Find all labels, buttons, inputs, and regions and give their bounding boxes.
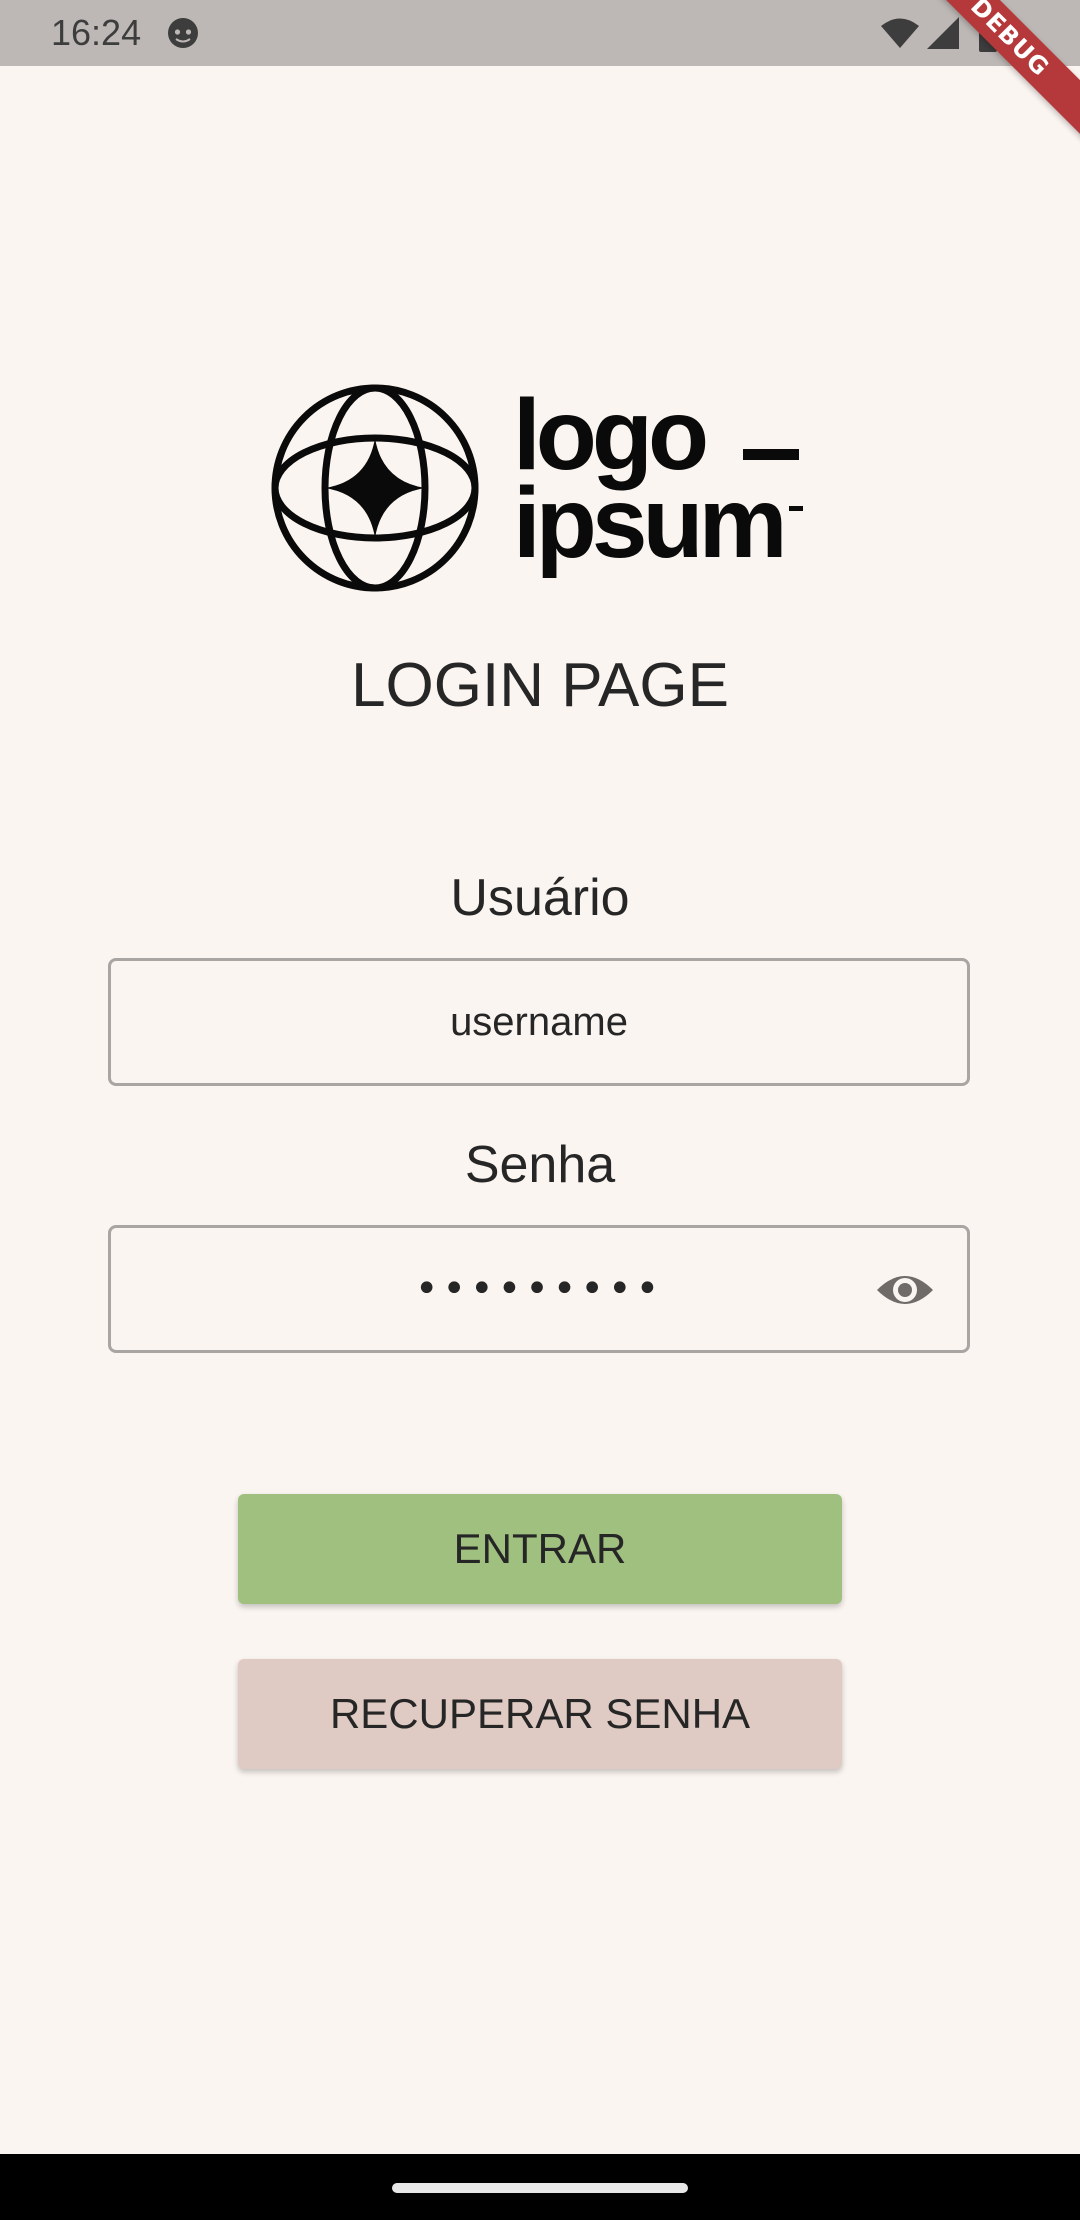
signal-icon <box>927 17 959 49</box>
recover-password-button[interactable]: RECUPERAR SENHA <box>238 1659 842 1769</box>
logo-text-line1: logo <box>513 379 709 491</box>
password-field[interactable]: ••••••••• <box>108 1225 970 1353</box>
app-logo: logo ipsum <box>270 383 810 593</box>
wifi-icon <box>881 18 919 48</box>
notification-face-icon <box>168 18 198 48</box>
logo-wordmark: logo ipsum <box>513 379 813 579</box>
password-input[interactable]: ••••••••• <box>111 1228 967 1350</box>
username-label: Usuário <box>450 869 630 927</box>
page-title: LOGIN PAGE <box>351 651 729 720</box>
username-field[interactable]: username <box>108 958 970 1086</box>
eye-icon[interactable] <box>875 1268 935 1312</box>
password-label: Senha <box>464 1136 616 1194</box>
logo-dash <box>743 449 799 460</box>
globe-star-icon <box>271 384 479 592</box>
status-time: 16:24 <box>51 12 142 53</box>
status-bar: 16:24 <box>0 0 1080 66</box>
username-input[interactable]: username <box>111 961 967 1083</box>
navigation-bar <box>0 2154 1080 2220</box>
login-screen: 16:24 DEBUG logo ipsum LOGIN PAGE Usuári… <box>0 0 1080 2220</box>
logo-tick <box>789 506 803 511</box>
logo-text-line2: ipsum <box>513 467 787 579</box>
home-indicator[interactable] <box>392 2183 688 2193</box>
login-button[interactable]: ENTRAR <box>238 1494 842 1604</box>
